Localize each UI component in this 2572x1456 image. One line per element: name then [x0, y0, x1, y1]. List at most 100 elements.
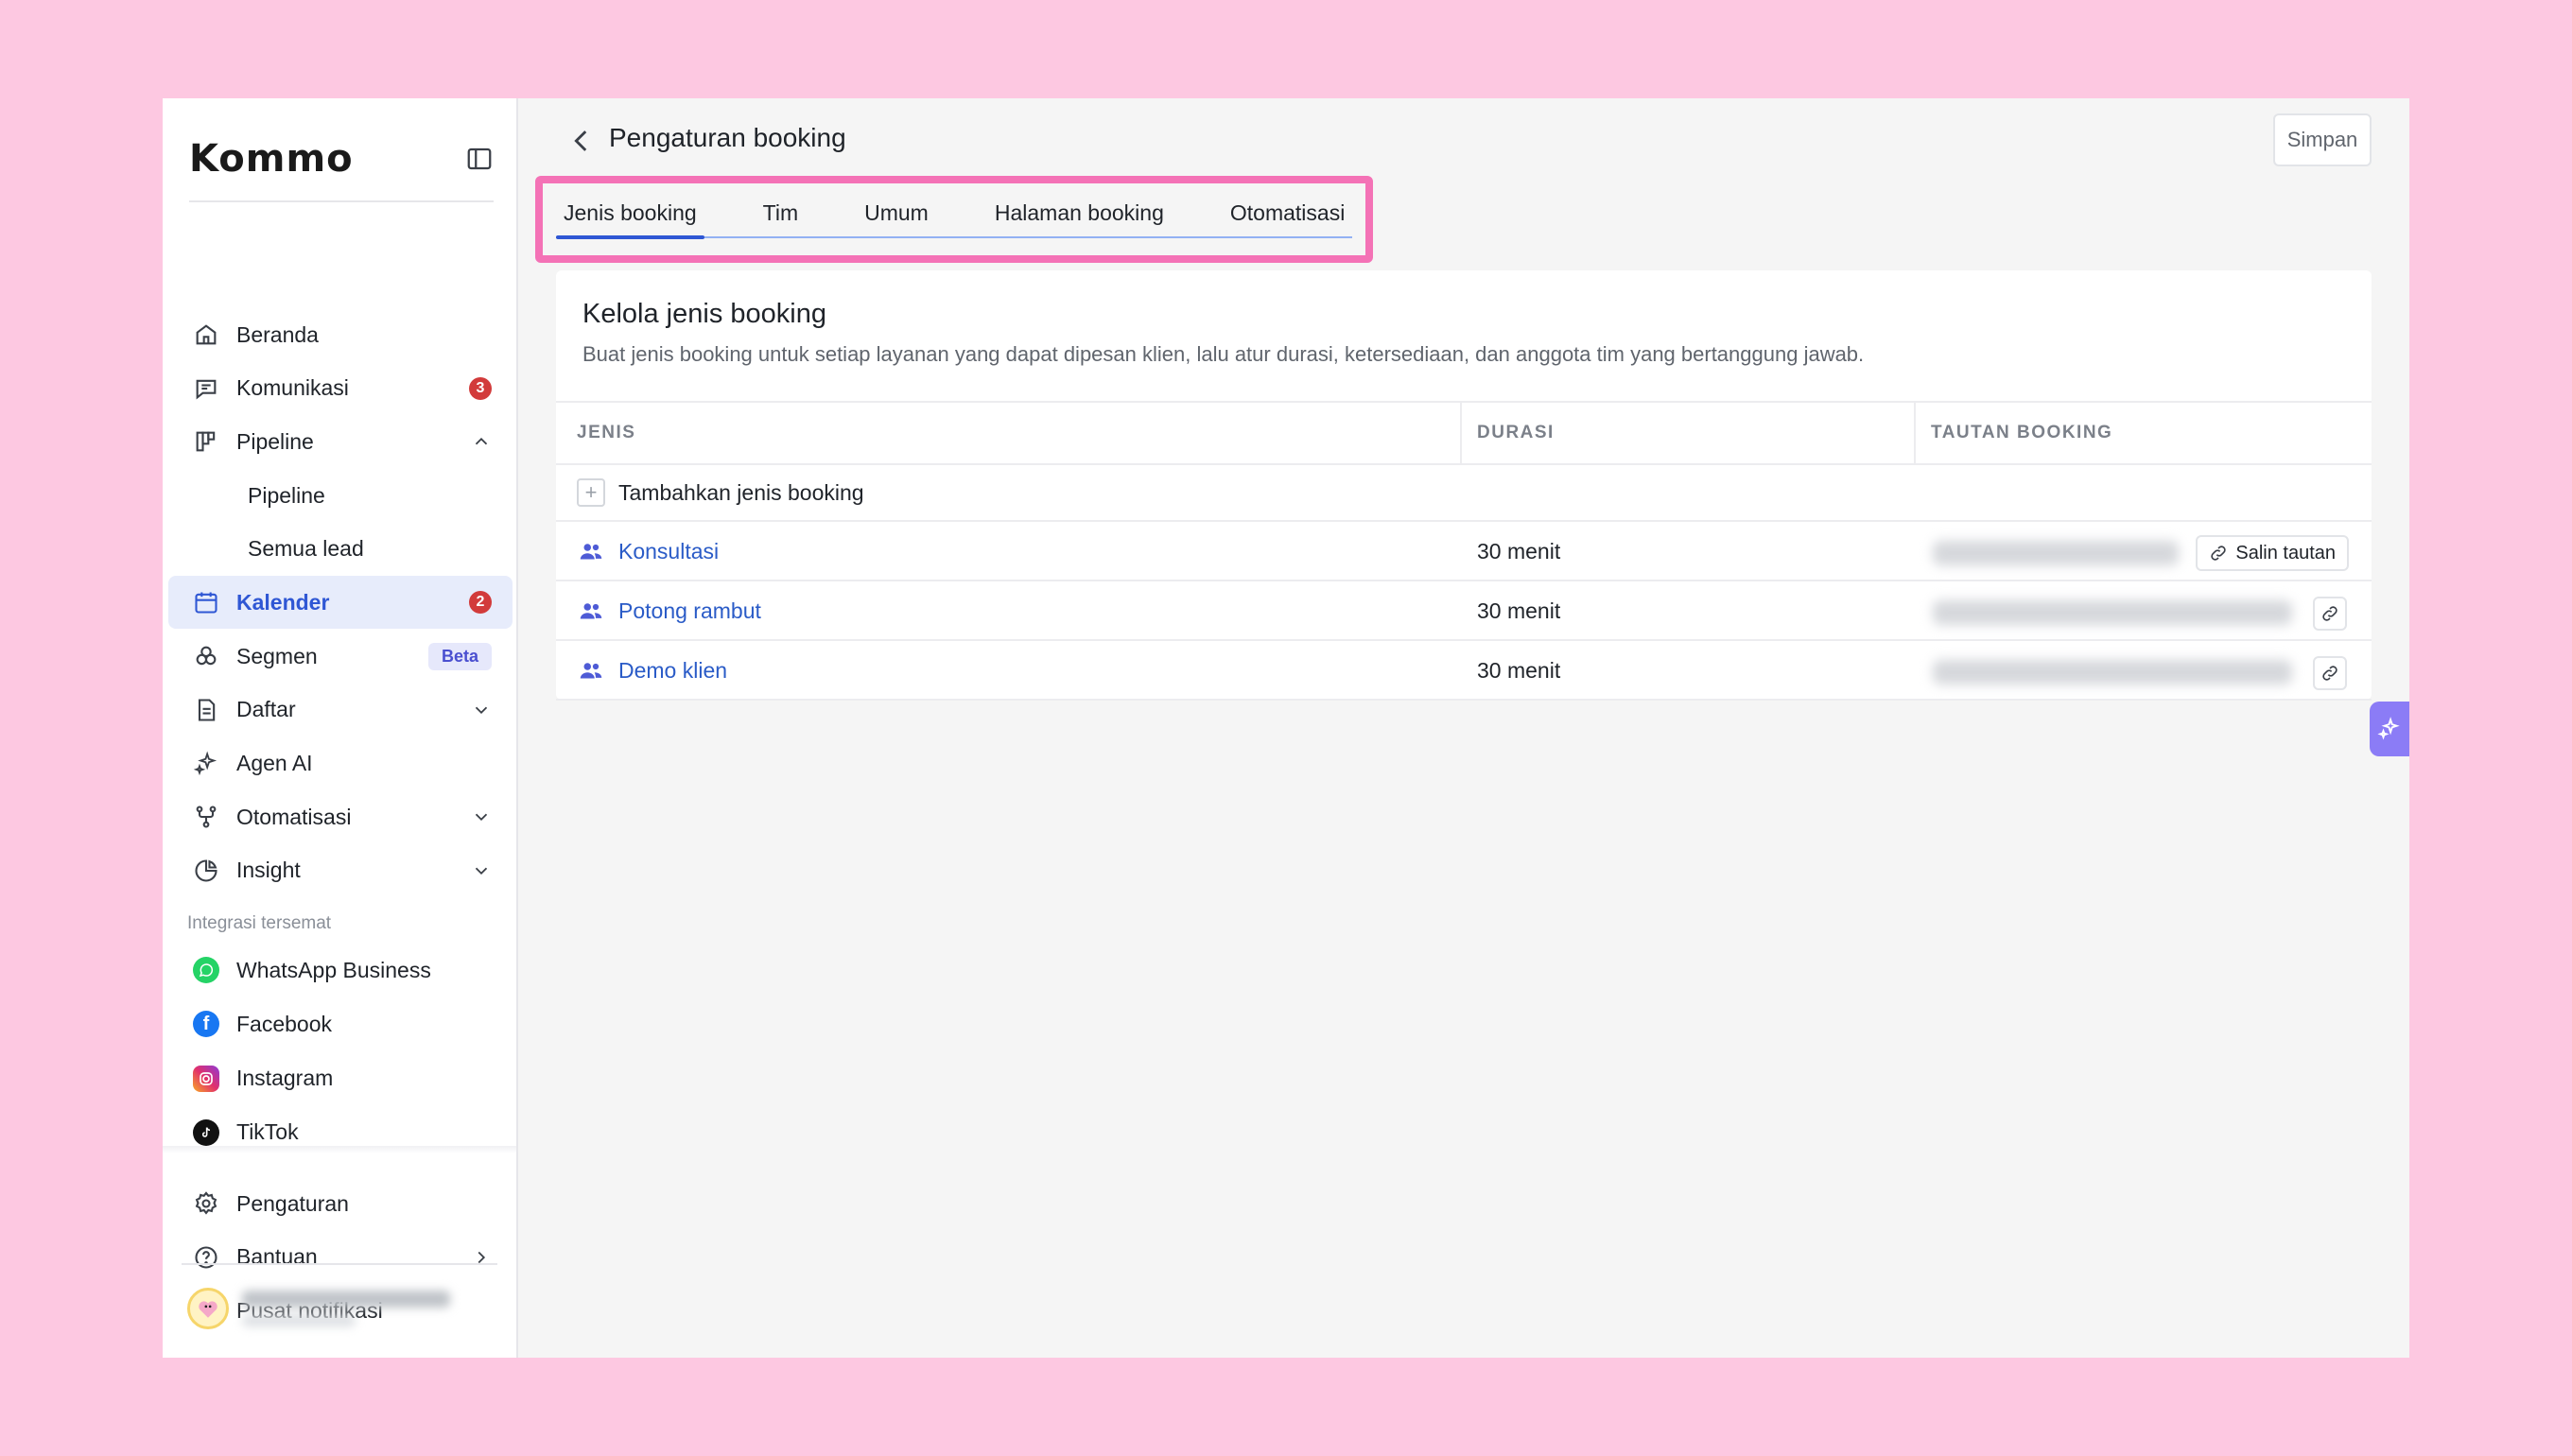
table-header: JENIS DURASI TAUTAN BOOKING	[556, 401, 2372, 465]
duration-cell: 30 menit	[1477, 658, 1561, 683]
pipeline-icon	[193, 428, 219, 455]
kommo-logo[interactable]: Kommo	[189, 137, 354, 181]
sidebar-subitem-pipeline[interactable]: Pipeline	[168, 469, 513, 522]
sidebar-item-daftar[interactable]: Daftar	[168, 684, 513, 737]
sidebar-item-kalender[interactable]: Kalender 2	[168, 576, 513, 630]
tab-jenis-booking[interactable]: Jenis booking	[556, 193, 704, 239]
duration-cell: 30 menit	[1477, 539, 1561, 563]
sparkle-icon	[2377, 717, 2400, 740]
sidebar-item-label: Pipeline	[248, 482, 325, 508]
chevron-down-icon[interactable]	[471, 700, 492, 720]
sidebar-item-label: Pipeline	[236, 428, 314, 454]
chevron-down-icon[interactable]	[471, 860, 492, 881]
user-divider	[182, 1263, 497, 1265]
booking-types-card: Kelola jenis booking Buat jenis booking …	[556, 270, 2372, 701]
whatsapp-icon	[193, 957, 219, 984]
tab-tim[interactable]: Tim	[756, 193, 806, 237]
sidebar-item-label: Segmen	[236, 643, 318, 668]
sidebar-divider	[163, 1146, 516, 1153]
link-icon	[2211, 546, 2227, 561]
home-icon	[193, 321, 219, 348]
add-booking-type-label: Tambahkan jenis booking	[618, 479, 864, 505]
sidebar-item-pengaturan[interactable]: Pengaturan	[168, 1177, 513, 1230]
booking-type-name[interactable]: Demo klien	[618, 658, 727, 684]
sidebar-item-label: Bantuan	[236, 1244, 318, 1270]
sidebar-item-label: Agen AI	[236, 751, 313, 775]
sidebar: Kommo Beranda Komunikasi 3 Pipeline Pipe…	[163, 98, 518, 1358]
integration-label: Instagram	[236, 1066, 334, 1091]
link-icon	[2322, 606, 2337, 621]
ai-assistant-button[interactable]	[2370, 702, 2409, 756]
list-icon	[193, 697, 219, 723]
integration-instagram[interactable]: Instagram	[168, 1051, 513, 1105]
unread-badge: 3	[469, 376, 492, 400]
pie-chart-icon	[193, 858, 219, 884]
sidebar-item-komunikasi[interactable]: Komunikasi 3	[168, 362, 513, 415]
booking-type-cell: Potong rambut	[556, 598, 1462, 626]
sidebar-item-label: Komunikasi	[236, 375, 349, 401]
copy-link-label: Salin tautan	[2235, 542, 2336, 563]
booking-link-cell	[1916, 643, 2372, 699]
tab-halaman-booking[interactable]: Halaman booking	[987, 193, 1172, 237]
chat-icon	[193, 375, 219, 402]
people-icon	[580, 662, 602, 678]
integration-label: WhatsApp Business	[236, 957, 431, 982]
back-arrow-icon[interactable]	[565, 125, 598, 157]
gear-icon	[193, 1190, 219, 1217]
tab-bar: Jenis booking Tim Umum Halaman booking O…	[556, 193, 1353, 239]
segment-icon	[193, 643, 219, 669]
booking-type-cell: Konsultasi	[556, 538, 1462, 566]
sidebar-item-beranda[interactable]: Beranda	[168, 308, 513, 361]
people-icon	[580, 602, 602, 618]
sidebar-item-otomatisasi[interactable]: Otomatisasi	[168, 790, 513, 843]
card-title: Kelola jenis booking	[582, 299, 826, 329]
copy-link-icon-button[interactable]	[2313, 597, 2347, 631]
card-description: Buat jenis booking untuk setiap layanan …	[582, 342, 1865, 366]
user-name-redacted	[242, 1291, 450, 1326]
copy-link-button[interactable]: Salin tautan	[2196, 535, 2349, 571]
app-window: Kommo Beranda Komunikasi 3 Pipeline Pipe…	[163, 98, 2409, 1358]
booking-link-redacted	[1933, 600, 2292, 625]
integration-facebook[interactable]: f Facebook	[168, 997, 513, 1051]
booking-type-name[interactable]: Konsultasi	[618, 539, 719, 564]
sidebar-subitem-semua-lead[interactable]: Semua lead	[168, 523, 513, 576]
avatar[interactable]	[187, 1288, 229, 1329]
tab-umum[interactable]: Umum	[857, 193, 936, 237]
booking-link-redacted	[1933, 541, 2179, 565]
column-header-durasi: DURASI	[1462, 403, 1916, 463]
main-content: Pengaturan booking Simpan Jenis booking …	[518, 98, 2409, 1358]
integration-whatsapp[interactable]: WhatsApp Business	[168, 944, 513, 997]
sidebar-item-insight[interactable]: Insight	[168, 844, 513, 897]
booking-link-cell: Salin tautan	[1916, 524, 2372, 580]
sidebar-item-segmen[interactable]: Segmen Beta	[168, 630, 513, 683]
chevron-down-icon[interactable]	[471, 806, 492, 827]
sidebar-item-label: Insight	[236, 858, 301, 883]
page-title: Pengaturan booking	[609, 123, 846, 152]
sidebar-item-agen-ai[interactable]: Agen AI	[168, 737, 513, 790]
integrations-list: WhatsApp Business f Facebook Instagram T…	[168, 944, 513, 1160]
sidebar-toggle-icon[interactable]	[465, 145, 494, 173]
tiktok-icon	[193, 1118, 219, 1146]
copy-link-icon-button[interactable]	[2313, 656, 2347, 690]
sidebar-item-pipeline[interactable]: Pipeline	[168, 415, 513, 468]
user-profile[interactable]	[187, 1288, 450, 1329]
add-booking-type-button[interactable]: + Tambahkan jenis booking	[556, 465, 2372, 522]
integrations-heading: Integrasi tersemat	[187, 913, 332, 933]
chevron-up-icon[interactable]	[471, 431, 492, 452]
sparkle-icon	[193, 751, 219, 777]
save-button[interactable]: Simpan	[2273, 113, 2372, 166]
sidebar-item-label: Pengaturan	[236, 1190, 349, 1216]
tab-otomatisasi[interactable]: Otomatisasi	[1223, 193, 1352, 237]
automation-icon	[193, 804, 219, 830]
calendar-badge: 2	[469, 591, 492, 615]
sidebar-item-label: Kalender	[236, 589, 330, 615]
table-row: Potong rambut 30 menit	[556, 583, 2372, 641]
facebook-icon: f	[193, 1011, 219, 1038]
column-header-tautan: TAUTAN BOOKING	[1931, 423, 2113, 442]
booking-type-name[interactable]: Potong rambut	[618, 598, 761, 624]
sidebar-item-bantuan[interactable]: Bantuan	[168, 1231, 513, 1284]
table-row: Konsultasi 30 menit Salin tautan	[556, 524, 2372, 581]
instagram-icon	[193, 1065, 219, 1092]
integration-label: TikTok	[236, 1119, 299, 1145]
sidebar-item-label: Daftar	[236, 697, 296, 722]
